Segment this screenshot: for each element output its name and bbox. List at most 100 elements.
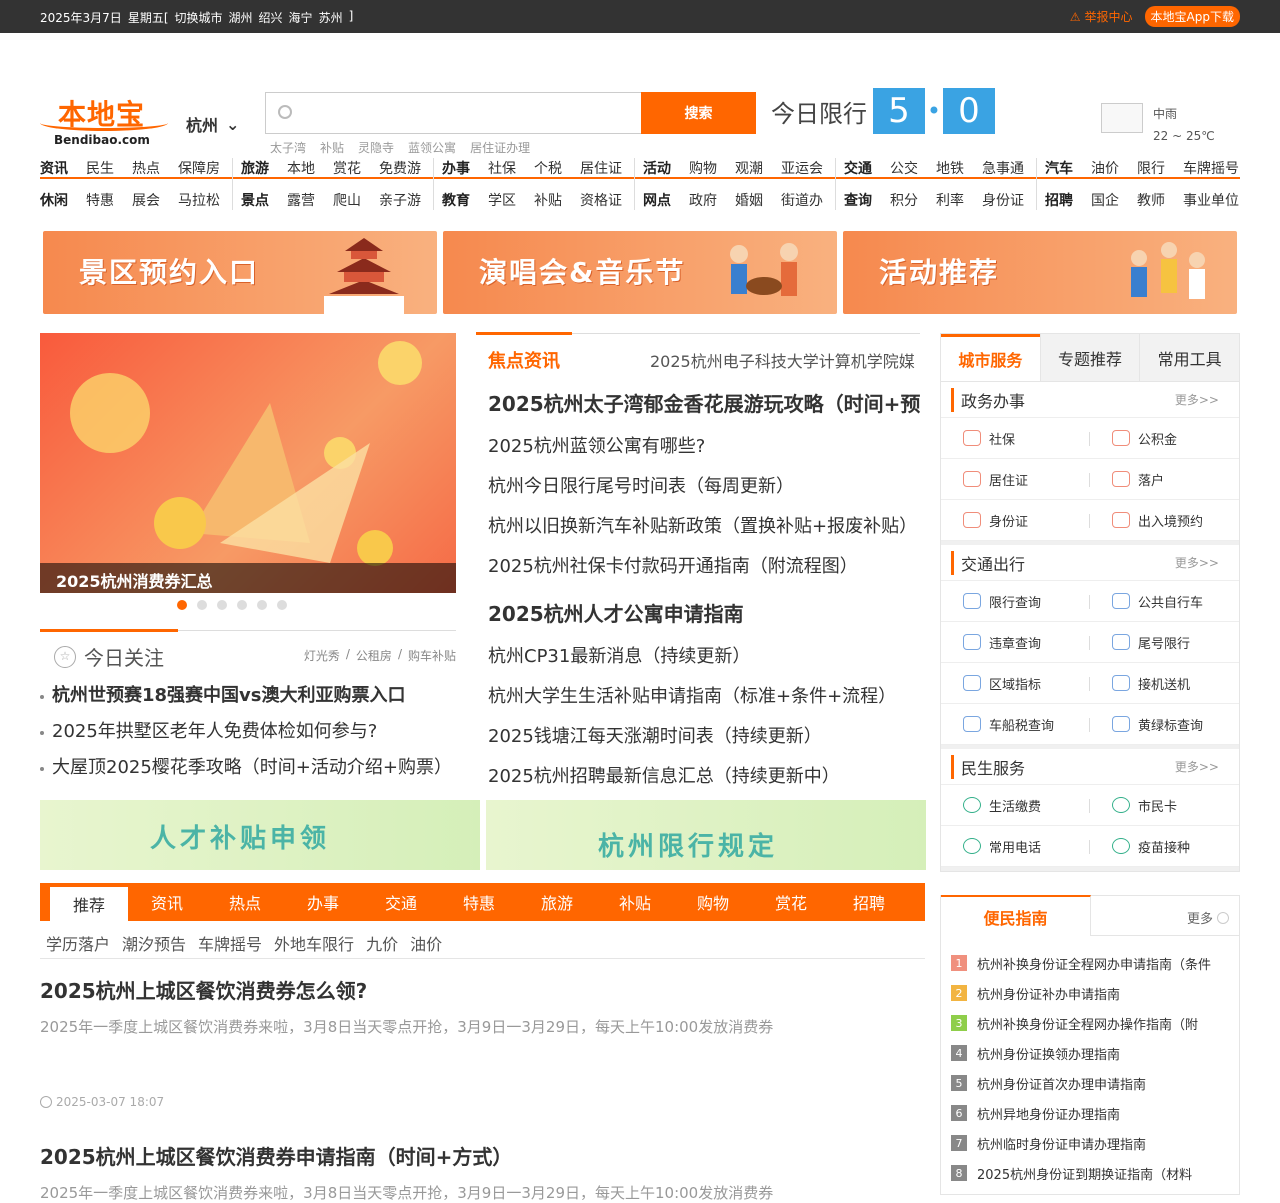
nav-link[interactable]: 地铁 — [936, 158, 964, 178]
list-item[interactable]: 2025年拱墅区老年人免费体检如何参与? — [40, 714, 456, 750]
tab-5[interactable]: 特惠 — [440, 883, 518, 921]
city-link-shaoxing[interactable]: 绍兴 — [259, 9, 283, 26]
nav-link[interactable]: 查询 — [844, 190, 872, 210]
nav-link[interactable]: 露营 — [287, 190, 315, 210]
report-center-link[interactable]: ⚠ 举报中心 — [1070, 8, 1133, 25]
service-item[interactable]: 生活缴费 — [941, 785, 1090, 826]
nav-link[interactable]: 补贴 — [534, 190, 562, 210]
focus-marquee[interactable]: 2025杭州电子科技大学计算机学院媒 — [650, 348, 920, 372]
list-item[interactable]: 2025杭州招聘最新信息汇总（持续更新中） — [488, 757, 920, 797]
nav-link[interactable]: 招聘 — [1045, 190, 1073, 210]
nav-link[interactable]: 国企 — [1091, 190, 1119, 210]
app-download-button[interactable]: 本地宝App下载 — [1144, 6, 1240, 27]
list-item[interactable]: 杭州今日限行尾号时间表（每周更新） — [488, 467, 920, 507]
hot-word[interactable]: 灵隐寺 — [358, 139, 394, 156]
nav-link[interactable]: 观潮 — [735, 158, 763, 178]
nav-link[interactable]: 马拉松 — [178, 190, 220, 210]
service-item[interactable]: 区域指标 — [941, 663, 1090, 704]
nav-link[interactable]: 保障房 — [178, 158, 220, 178]
nav-link[interactable]: 免费游 — [379, 158, 421, 178]
tab-3[interactable]: 办事 — [284, 883, 362, 921]
nav-link[interactable]: 活动 — [643, 158, 671, 178]
nav-link[interactable]: 限行 — [1137, 158, 1165, 178]
nav-link[interactable]: 资格证 — [580, 190, 622, 210]
tab-topics[interactable]: 专题推荐 — [1039, 334, 1140, 381]
nav-link[interactable]: 网点 — [643, 190, 671, 210]
carousel-slide[interactable]: 2025杭州消费券汇总 — [40, 333, 456, 593]
service-item[interactable]: 车船税查询 — [941, 704, 1090, 745]
carousel-dot[interactable] — [197, 600, 207, 610]
city-selector[interactable]: 杭州 ⌄ — [186, 112, 239, 136]
list-item[interactable]: 8 2025杭州身份证到期换证指南（材料 — [951, 1158, 1229, 1188]
nav-link[interactable]: 办事 — [442, 158, 470, 178]
banner-concert[interactable]: 演唱会&音乐节 — [443, 231, 837, 314]
hot-word[interactable]: 太子湾 — [270, 139, 306, 156]
city-link-suzhou[interactable]: 苏州 — [319, 9, 343, 26]
list-item[interactable]: 杭州CP31最新消息（持续更新） — [488, 637, 920, 677]
more-link[interactable]: 更多>> — [1175, 391, 1219, 408]
list-item[interactable]: 7 杭州临时身份证申请办理指南 — [951, 1128, 1229, 1158]
more-link[interactable]: 更多>> — [1175, 554, 1219, 571]
tab-4[interactable]: 交通 — [362, 883, 440, 921]
site-logo[interactable]: 本地宝 Bendibao.com — [40, 95, 170, 149]
service-item[interactable]: 市民卡 — [1090, 785, 1239, 826]
list-item[interactable]: 杭州以旧换新汽车补贴新政策（置换补贴+报废补贴） — [488, 507, 920, 547]
focus-headline[interactable]: 2025杭州人才公寓申请指南 — [488, 603, 920, 625]
nav-link[interactable]: 车牌摇号 — [1183, 158, 1239, 178]
nav-link[interactable]: 民生 — [86, 158, 114, 178]
nav-link[interactable]: 热点 — [132, 158, 160, 178]
tab-0[interactable]: 推荐 — [50, 887, 128, 921]
tab-1[interactable]: 资讯 — [128, 883, 206, 921]
news-title[interactable]: 2025杭州上城区餐饮消费券怎么领? — [40, 975, 925, 1004]
hot-word[interactable]: 居住证办理 — [470, 139, 530, 156]
sub-tab[interactable]: 潮汐预告 — [122, 931, 186, 955]
service-item[interactable]: 限行查询 — [941, 581, 1090, 622]
list-item[interactable]: 2025杭州社保卡付款码开通指南（附流程图） — [488, 547, 920, 587]
city-link-huzhou[interactable]: 湖州 — [229, 9, 253, 26]
nav-link[interactable]: 赏花 — [333, 158, 361, 178]
service-item[interactable]: 出入境预约 — [1090, 500, 1239, 541]
ad-traffic-limit[interactable]: 杭州限行规定 — [486, 800, 926, 870]
service-item[interactable]: 居住证 — [941, 459, 1090, 500]
list-item[interactable]: 杭州大学生生活补贴申请指南（标准+条件+流程） — [488, 677, 920, 717]
nav-link[interactable]: 婚姻 — [735, 190, 763, 210]
nav-link[interactable]: 休闲 — [40, 190, 68, 210]
nav-link[interactable]: 亚运会 — [781, 158, 823, 178]
nav-link[interactable]: 公交 — [890, 158, 918, 178]
nav-link[interactable]: 身份证 — [982, 190, 1024, 210]
list-item[interactable]: 大屋顶2025樱花季攻略（时间+活动介绍+购票） — [40, 750, 456, 786]
nav-link[interactable]: 居住证 — [580, 158, 622, 178]
attention-link[interactable]: 购车补贴 — [408, 647, 456, 664]
service-item[interactable]: 违章查询 — [941, 622, 1090, 663]
nav-link[interactable]: 政府 — [689, 190, 717, 210]
service-item[interactable]: 黄绿标查询 — [1090, 704, 1239, 745]
search-button[interactable]: 搜索 — [641, 92, 756, 134]
service-item[interactable]: 落户 — [1090, 459, 1239, 500]
tab-6[interactable]: 旅游 — [518, 883, 596, 921]
carousel-dot[interactable] — [237, 600, 247, 610]
tab-7[interactable]: 补贴 — [596, 883, 674, 921]
switch-city-link[interactable]: 切换城市 — [175, 9, 223, 26]
focus-headline[interactable]: 2025杭州太子湾郁金香花展游玩攻略（时间+预 — [488, 393, 920, 415]
nav-link[interactable]: 资讯 — [40, 158, 68, 178]
list-item[interactable]: 4 杭州身份证换领办理指南 — [951, 1038, 1229, 1068]
hot-word[interactable]: 蓝领公寓 — [408, 139, 456, 156]
attention-link[interactable]: 灯光秀 — [304, 647, 340, 664]
list-item[interactable]: 2 杭州身份证补办申请指南 — [951, 978, 1229, 1008]
banner-activity[interactable]: 活动推荐 — [843, 231, 1237, 314]
nav-link[interactable]: 旅游 — [241, 158, 269, 178]
attention-link[interactable]: 公租房 — [356, 647, 392, 664]
list-item[interactable]: 1 杭州补换身份证全程网办申请指南（条件 — [951, 948, 1229, 978]
tab-10[interactable]: 招聘 — [830, 883, 908, 921]
sub-tab[interactable]: 外地车限行 — [274, 931, 354, 955]
list-item[interactable]: 5 杭州身份证首次办理申请指南 — [951, 1068, 1229, 1098]
nav-link[interactable]: 本地 — [287, 158, 315, 178]
service-item[interactable]: 社保 — [941, 418, 1090, 459]
carousel-dot[interactable] — [217, 600, 227, 610]
service-item[interactable]: 尾号限行 — [1090, 622, 1239, 663]
nav-link[interactable]: 社保 — [488, 158, 516, 178]
service-item[interactable]: 公共自行车 — [1090, 581, 1239, 622]
nav-link[interactable]: 急事通 — [982, 158, 1024, 178]
nav-link[interactable]: 油价 — [1091, 158, 1119, 178]
sub-tab[interactable]: 九价 — [366, 931, 398, 955]
